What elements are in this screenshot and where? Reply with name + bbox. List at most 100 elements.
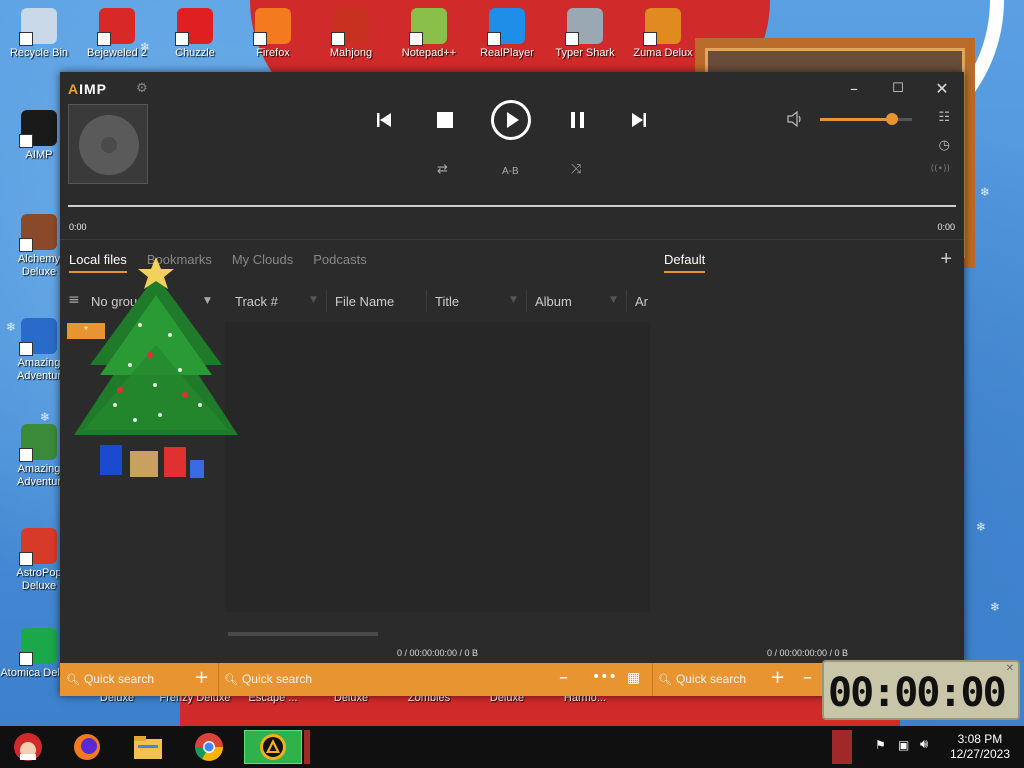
desktop-icon[interactable]: Typer Shark bbox=[546, 8, 624, 60]
disc-icon bbox=[79, 115, 139, 175]
tab-podcasts[interactable]: Podcasts bbox=[313, 252, 366, 273]
desktop-icon-label: Zuma Delux bbox=[633, 47, 693, 59]
divider bbox=[652, 663, 653, 696]
column-separator bbox=[526, 290, 527, 312]
christmas-tree-image bbox=[74, 257, 238, 478]
desktop-icon-label: Firefox bbox=[256, 47, 290, 59]
flag-icon[interactable]: ⚑ bbox=[875, 738, 886, 752]
app-icon bbox=[253, 8, 291, 46]
taskbar-chrome[interactable] bbox=[187, 730, 231, 764]
tray-time: 3:08 PM bbox=[957, 732, 1003, 746]
maximize-button[interactable]: ☐ bbox=[883, 78, 913, 100]
ab-repeat-button[interactable]: A-B bbox=[502, 166, 519, 177]
desktop-icon[interactable]: Bejeweled 2 bbox=[78, 8, 156, 60]
radio-icon[interactable]: ((•)) bbox=[931, 164, 950, 174]
horizontal-scrollbar[interactable] bbox=[228, 632, 378, 636]
add-button[interactable]: + bbox=[194, 667, 209, 688]
aimp-logo-accent: A bbox=[68, 81, 80, 97]
firefox-icon bbox=[74, 734, 100, 760]
taskbar: ⚑ ▣ 🔊︎ 3:08 PM 12/27/2023 bbox=[0, 726, 1024, 768]
gear-icon[interactable]: ⚙ bbox=[136, 81, 148, 96]
elapsed-time: 0:00 bbox=[69, 222, 87, 232]
play-button[interactable] bbox=[491, 100, 531, 140]
search-icon: 🔍︎ bbox=[66, 673, 80, 686]
remove-button[interactable]: – bbox=[559, 667, 568, 688]
taskbar-edge bbox=[304, 730, 310, 764]
equalizer-icon[interactable]: ☷ bbox=[938, 110, 950, 125]
filter-icon[interactable]: ▼ bbox=[310, 295, 317, 305]
speaker-icon[interactable]: 🔊︎ bbox=[920, 737, 928, 752]
column-title[interactable]: Title bbox=[435, 294, 459, 309]
grid-view-icon[interactable]: ▦ bbox=[627, 670, 640, 686]
playlist-pane[interactable] bbox=[650, 286, 962, 616]
desktop-icon-label: Typer Shark bbox=[555, 47, 615, 59]
previous-track-icon[interactable] bbox=[370, 108, 398, 132]
quick-search-2[interactable]: 🔍︎ Quick search bbox=[224, 672, 312, 686]
tab-playlist-default[interactable]: Default bbox=[664, 252, 706, 273]
close-button[interactable]: ✕ bbox=[927, 78, 957, 100]
app-icon bbox=[19, 110, 57, 148]
shuffle-icon[interactable]: ⤨ bbox=[571, 162, 581, 177]
album-cover bbox=[68, 104, 148, 184]
volume-handle[interactable] bbox=[885, 113, 898, 125]
app-icon bbox=[19, 528, 57, 566]
start-button[interactable] bbox=[6, 730, 50, 764]
divider bbox=[60, 239, 964, 240]
snowflake-icon: ❄ bbox=[980, 185, 991, 199]
desktop-icon[interactable]: Recycle Bin bbox=[0, 8, 78, 60]
clock-icon[interactable]: ◷ bbox=[939, 138, 950, 153]
tray-clock[interactable]: 3:08 PM 12/27/2023 bbox=[950, 732, 1010, 762]
app-icon bbox=[19, 214, 57, 252]
desktop-icon-label: Recycle Bin bbox=[9, 47, 69, 59]
app-icon bbox=[19, 628, 57, 666]
volume-slider[interactable] bbox=[820, 113, 912, 125]
more-options-icon[interactable]: ••• bbox=[592, 669, 617, 685]
stop-icon[interactable] bbox=[431, 108, 459, 132]
add-playlist-item-button[interactable]: + bbox=[770, 667, 785, 688]
track-list[interactable] bbox=[225, 322, 650, 612]
quick-search-3[interactable]: 🔍︎ Quick search bbox=[658, 672, 746, 686]
minimize-button[interactable]: – bbox=[839, 78, 869, 100]
column-album[interactable]: Album bbox=[535, 294, 572, 309]
network-icon[interactable]: ▣ bbox=[898, 738, 909, 752]
app-icon bbox=[487, 8, 525, 46]
desktop-icon[interactable]: RealPlayer bbox=[468, 8, 546, 60]
taskbar-file-explorer[interactable] bbox=[126, 730, 170, 764]
play-icon bbox=[507, 112, 519, 128]
app-icon bbox=[643, 8, 681, 46]
desktop-icon[interactable]: Zuma Delux bbox=[624, 8, 702, 60]
app-icon bbox=[175, 8, 213, 46]
pause-icon[interactable] bbox=[564, 108, 592, 132]
remove-playlist-item-button[interactable]: – bbox=[803, 667, 812, 688]
volume-fill bbox=[820, 118, 892, 121]
clock-widget[interactable]: ✕ 00:00:00 bbox=[822, 660, 1020, 720]
aimp-logo: AIMP bbox=[68, 81, 107, 97]
app-icon bbox=[19, 8, 57, 46]
desktop-icon[interactable]: Notepad++ bbox=[390, 8, 468, 60]
quick-search-1[interactable]: 🔍︎ Quick search bbox=[66, 672, 154, 686]
search-icon: 🔍︎ bbox=[658, 673, 672, 686]
filter-icon[interactable]: ▼ bbox=[510, 295, 517, 305]
taskbar-firefox[interactable] bbox=[65, 730, 109, 764]
volume-icon[interactable] bbox=[786, 110, 804, 128]
column-separator bbox=[626, 290, 627, 312]
seek-bar[interactable] bbox=[68, 205, 956, 207]
desktop-icon-label: Mahjong bbox=[329, 47, 373, 59]
santa-start-icon bbox=[14, 733, 42, 761]
quick-search-3-label: Quick search bbox=[675, 672, 746, 686]
desktop-icon-label: RealPlayer bbox=[480, 47, 534, 59]
desktop-icon[interactable]: Firefox bbox=[234, 8, 312, 60]
add-playlist-button[interactable]: + bbox=[940, 248, 952, 271]
desktop-icon[interactable]: Chuzzle bbox=[156, 8, 234, 60]
repeat-icon[interactable]: ⇄ bbox=[437, 162, 448, 177]
desktop-icon-label: Bejeweled 2 bbox=[87, 47, 147, 59]
next-track-icon[interactable] bbox=[625, 108, 653, 132]
column-separator bbox=[426, 290, 427, 312]
tray-date: 12/27/2023 bbox=[949, 747, 1010, 761]
taskbar-aimp[interactable] bbox=[244, 730, 302, 764]
column-file-name[interactable]: File Name bbox=[335, 294, 394, 309]
close-icon[interactable]: ✕ bbox=[1006, 663, 1014, 674]
column-artist[interactable]: Ar bbox=[635, 294, 648, 309]
desktop-icon[interactable]: Mahjong bbox=[312, 8, 390, 60]
filter-icon[interactable]: ▼ bbox=[610, 295, 617, 305]
